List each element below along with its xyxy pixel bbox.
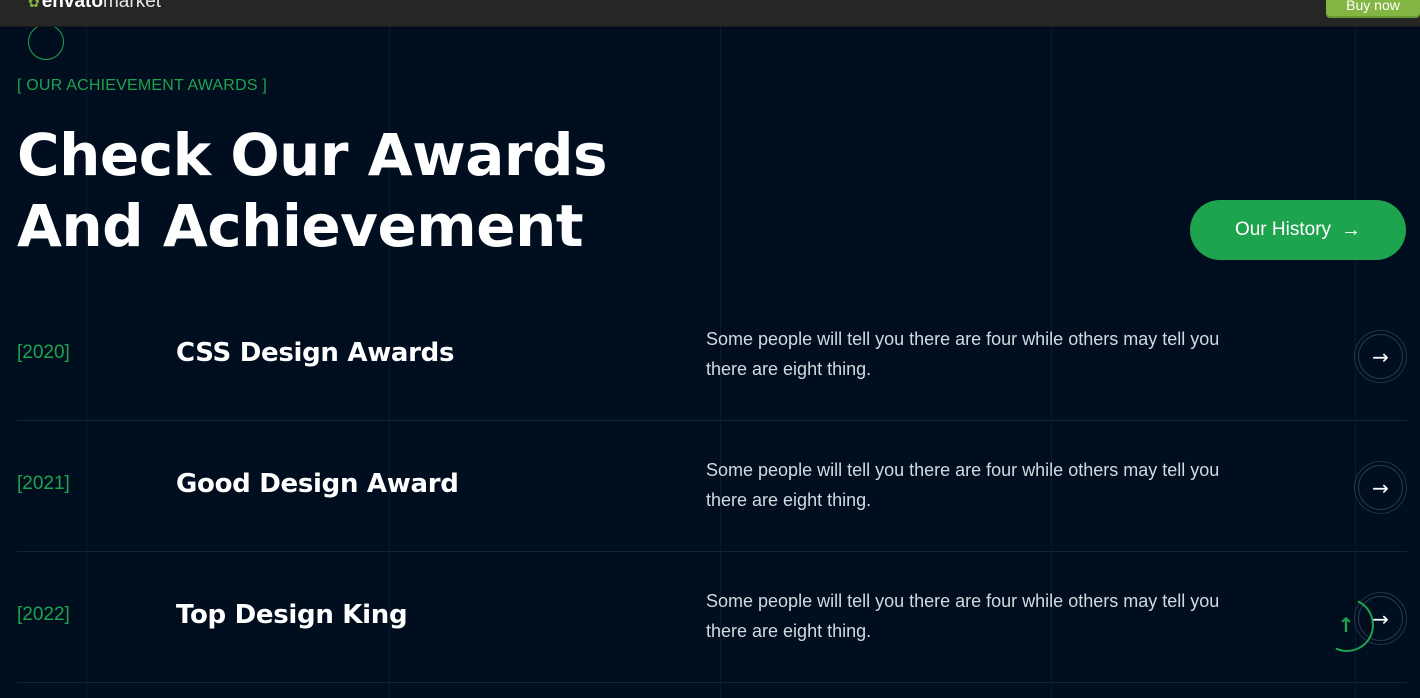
envato-market-logo[interactable]: ✿ envatomarket (28, 0, 161, 12)
envato-topbar: ✿ envatomarket Buy now (0, 0, 1420, 27)
award-row: [2021] Good Design Award Some people wil… (17, 421, 1407, 552)
award-row: [2020] CSS Design Awards Some people wil… (17, 290, 1407, 421)
our-history-button[interactable]: Our History → (1190, 200, 1406, 260)
award-row: [2022] Top Design King Some people will … (17, 552, 1407, 683)
award-description: Some people will tell you there are four… (706, 460, 1220, 510)
arrow-right-icon: → (1358, 465, 1403, 510)
award-year: [2022] (17, 604, 70, 625)
our-history-label: Our History (1234, 219, 1332, 240)
award-year: [2021] (17, 473, 70, 494)
section-eyebrow: [ OUR ACHIEVEMENT AWARDS ] (17, 77, 267, 94)
arrow-right-icon: → (1358, 334, 1403, 379)
award-description: Some people will tell you there are four… (706, 329, 1220, 379)
title-line-1: Check Our Awards (17, 121, 607, 189)
arrow-right-icon: → (1341, 218, 1362, 241)
award-arrow-button[interactable]: → (1354, 330, 1407, 383)
award-name[interactable]: CSS Design Awards (176, 338, 454, 368)
award-year: [2020] (17, 342, 70, 363)
arrow-up-icon[interactable]: ↑ (1336, 614, 1356, 636)
award-name[interactable]: Good Design Award (176, 469, 459, 499)
section-title: Check Our Awards And Achievement (17, 120, 607, 262)
envato-leaf-icon: ✿ (28, 0, 40, 10)
awards-list: [2020] CSS Design Awards Some people wil… (17, 290, 1407, 683)
award-name[interactable]: Top Design King (176, 600, 408, 630)
award-description: Some people will tell you there are four… (706, 591, 1220, 641)
award-arrow-button[interactable]: → (1354, 461, 1407, 514)
buy-now-button[interactable]: Buy now (1326, 0, 1420, 16)
title-line-2: And Achievement (17, 192, 584, 260)
decorative-circle (28, 24, 64, 60)
